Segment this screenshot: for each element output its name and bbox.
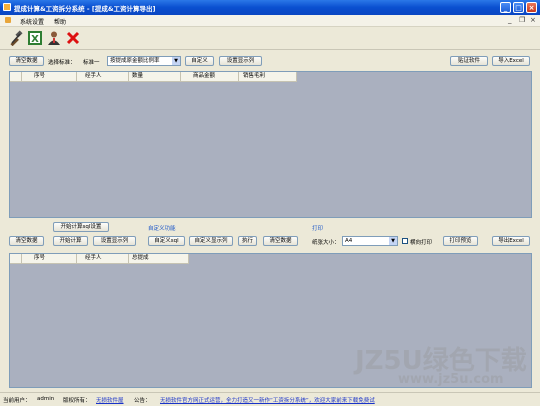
menu-item-system-settings[interactable]: 系统设置 — [20, 17, 44, 26]
top-grid-header: 序号 经手人 数量 商品金额 销售毛利 — [10, 72, 297, 82]
custom-columns-button[interactable]: 自定义显示列 — [189, 236, 233, 246]
mdi-close-icon[interactable]: × — [530, 16, 536, 24]
copyright-label: 版权所有： — [63, 398, 91, 404]
user-icon[interactable] — [46, 30, 62, 46]
maximize-button[interactable]: □ — [513, 2, 524, 13]
window-title: 提成计算&工资拆分系统 - [提成&工资计算导出] — [14, 5, 156, 13]
execute-button[interactable]: 执行 — [238, 236, 257, 246]
row-header-cell — [10, 254, 22, 263]
close-window-button[interactable]: × — [526, 2, 537, 13]
print-preview-button[interactable]: 打印预览 — [443, 236, 478, 246]
mdi-restore-icon[interactable]: ❐ — [519, 16, 525, 24]
tools-icon[interactable] — [8, 30, 24, 46]
paste-software-button[interactable]: 贴证软件 — [450, 56, 488, 66]
custom-function-label: 自定义功能 — [148, 226, 176, 232]
standard-combo-value: 按提成原金额比例率 — [110, 58, 160, 64]
export-excel-button[interactable]: 导出Excel — [492, 236, 530, 246]
title-bar: 提成计算&工资拆分系统 - [提成&工资计算导出] _ □ × — [0, 0, 540, 15]
top-clear-data-button[interactable]: 清空数据 — [9, 56, 44, 66]
chevron-down-icon: ▼ — [389, 237, 397, 245]
col-header-total-commission[interactable]: 总提成 — [129, 254, 189, 263]
toolbar: X — [0, 27, 540, 50]
mid-set-columns-button[interactable]: 设置显示列 — [93, 236, 136, 246]
delete-icon[interactable] — [65, 30, 81, 46]
col-header-amount[interactable]: 商品金额 — [181, 72, 239, 81]
col-header-handler[interactable]: 经手人 — [77, 72, 129, 81]
paper-size-value: A4 — [345, 238, 353, 244]
chevron-down-icon: ▼ — [172, 57, 180, 65]
watermark-url: www.jz5u.com — [398, 372, 504, 387]
excel-icon[interactable]: X — [27, 30, 43, 46]
col-header-gross-profit[interactable]: 销售毛利 — [239, 72, 297, 81]
col-header-index[interactable]: 序号 — [22, 72, 77, 81]
owner-link[interactable]: 无损软件屋 — [96, 396, 124, 404]
notice-link[interactable]: 无损软件官方网正式运营，全力打造又一新作“工资拆分系统”，欢迎大家前来下载免费试 — [160, 396, 375, 404]
notice-label: 公告： — [134, 398, 151, 404]
app-icon — [3, 3, 11, 11]
standard-combo[interactable]: 按提成原金额比例率 ▼ — [107, 56, 181, 66]
col-header-quantity[interactable]: 数量 — [129, 72, 181, 81]
top-set-columns-button[interactable]: 设置显示列 — [219, 56, 262, 66]
menu-bar: 系统设置 帮助 _ ❐ × — [0, 15, 540, 27]
mid-clear-data-button[interactable]: 清空数据 — [9, 236, 44, 246]
current-user-label: 当前用户： — [3, 398, 31, 404]
landscape-label: 横向打印 — [410, 240, 433, 246]
paper-size-combo[interactable]: A4 ▼ — [342, 236, 398, 246]
row-header-cell — [10, 72, 22, 81]
col-header-handler[interactable]: 经手人 — [77, 254, 129, 263]
status-bar: 当前用户： admin 版权所有： 无损软件屋 公告： 无损软件官方网正式运营，… — [0, 392, 540, 406]
print-label: 打印 — [312, 226, 324, 232]
menu-item-help[interactable]: 帮助 — [54, 17, 66, 26]
clear-data-button-2[interactable]: 清空数据 — [263, 236, 298, 246]
top-data-grid[interactable]: 序号 经手人 数量 商品金额 销售毛利 — [9, 71, 532, 218]
start-calc-button[interactable]: 开始计算 — [53, 236, 88, 246]
menu-app-icon — [5, 17, 11, 23]
col-header-index[interactable]: 序号 — [22, 254, 77, 263]
svg-text:X: X — [31, 34, 39, 45]
mdi-minimize-icon[interactable]: _ — [508, 16, 512, 24]
bottom-grid-header: 序号 经手人 总提成 — [10, 254, 189, 264]
start-calc-sql-button[interactable]: 开始计算sql设置 — [53, 222, 109, 232]
standard-value: 标准一 — [83, 60, 100, 66]
custom-sql-button[interactable]: 自定义sql — [148, 236, 185, 246]
landscape-checkbox[interactable] — [402, 238, 408, 244]
custom-button[interactable]: 自定义 — [185, 56, 214, 66]
paper-size-label: 纸张大小： — [312, 240, 340, 246]
import-excel-button[interactable]: 导入Excel — [492, 56, 530, 66]
select-standard-label: 选择标准： — [48, 60, 76, 66]
current-user-value: admin — [37, 396, 55, 402]
minimize-button[interactable]: _ — [500, 2, 511, 13]
